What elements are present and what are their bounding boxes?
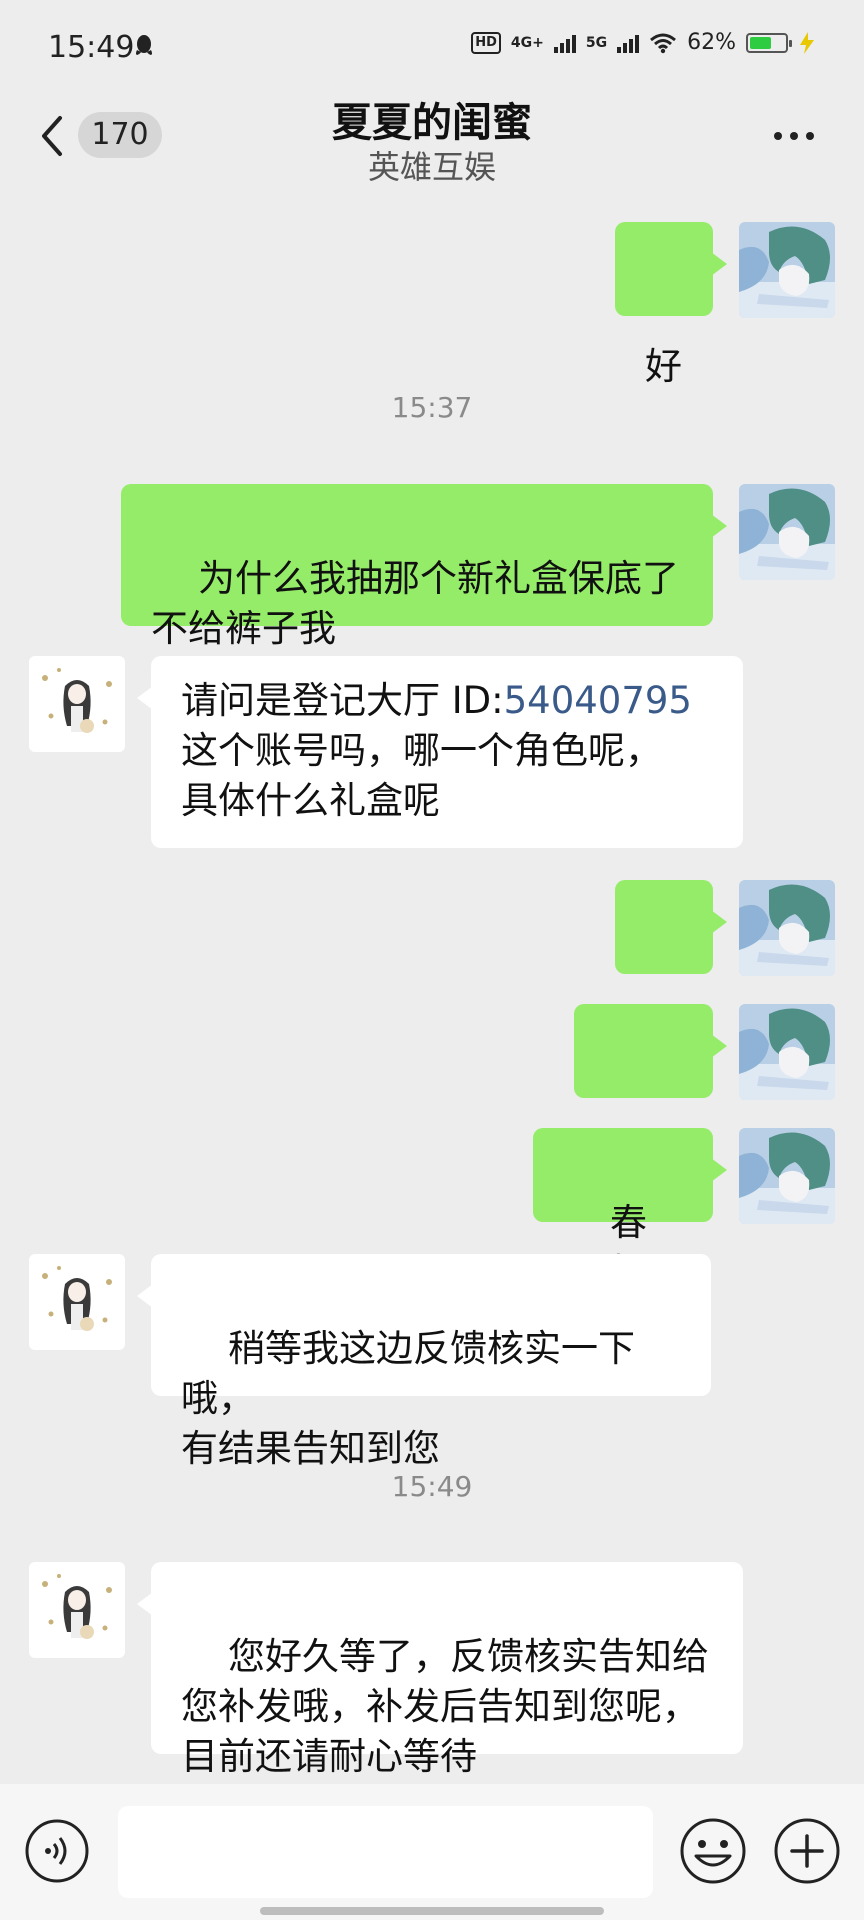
network-label-1: 4G+: [510, 34, 544, 51]
timestamp: 15:37: [391, 391, 473, 424]
contact-avatar[interactable]: [29, 1562, 125, 1658]
message-text: 这个账号吗，哪一个角色呢， 具体什么礼盒呢: [181, 729, 662, 822]
chat-header: 170 夏夏的闺蜜 英雄互娱: [0, 84, 864, 194]
message-bubble-received[interactable]: 请问是登记大厅 ID:54040795 这个账号吗，哪一个角色呢， 具体什么礼盒…: [137, 656, 743, 848]
message-bubble-sent[interactable]: 春风裳: [533, 1128, 727, 1294]
charging-icon: [800, 31, 814, 54]
my-avatar[interactable]: [739, 222, 835, 318]
battery-icon: [746, 32, 792, 53]
status-bar: 15:49 HD 4G+ 5G 62%: [0, 0, 864, 96]
message-bubble-received[interactable]: 稍等我这边反馈核实一下哦， 有结果告知到您: [137, 1254, 711, 1470]
status-indicators: HD 4G+ 5G 62%: [471, 30, 816, 55]
qq-icon: [136, 35, 152, 55]
my-avatar[interactable]: [739, 1128, 835, 1224]
contact-avatar[interactable]: [29, 656, 125, 752]
message-text: 为什么我抽那个新礼盒保底了 不给裤子我: [151, 557, 680, 650]
home-indicator[interactable]: [260, 1907, 604, 1915]
message-bubble-received[interactable]: 您好久等了，反馈核实告知给 您补发哦，补发后告知到您呢， 目前还请耐心等待: [137, 1562, 743, 1778]
message-text: 稍等我这边反馈核实一下哦， 有结果告知到您: [181, 1327, 636, 1470]
wifi-icon: [650, 33, 677, 53]
message-input[interactable]: [118, 1806, 653, 1898]
voice-icon[interactable]: [24, 1818, 90, 1884]
chat-subtitle: 英雄互娱: [367, 148, 496, 186]
network-label-2: 5G: [585, 34, 608, 51]
chat-title: 夏夏的闺蜜: [332, 100, 532, 146]
message-bubble-sent[interactable]: 微笑: [574, 1004, 727, 1170]
message-text: 好: [645, 345, 682, 388]
signal-icon-2: [617, 33, 640, 53]
message-bubble-sent[interactable]: 为什么我抽那个新礼盒保底了 不给裤子我: [121, 484, 727, 650]
message-text: 请问是登记大厅 ID:: [181, 679, 504, 722]
hd-icon: HD: [471, 31, 501, 54]
message-text: 您好久等了，反馈核实告知给 您补发哦，补发后告知到您呢， 目前还请耐心等待: [181, 1635, 710, 1778]
account-id[interactable]: 54040795: [504, 679, 692, 722]
my-avatar[interactable]: [739, 1004, 835, 1100]
contact-avatar[interactable]: [29, 1254, 125, 1350]
plus-icon[interactable]: [772, 1816, 842, 1886]
input-bar: [0, 1784, 864, 1920]
status-time: 15:49: [48, 30, 135, 65]
battery-percent: 62%: [687, 30, 736, 55]
signal-icon: [553, 33, 576, 53]
emoji-icon[interactable]: [678, 1816, 748, 1886]
timestamp: 15:49: [391, 1470, 473, 1503]
battery-fill: [750, 36, 771, 49]
more-dots-icon[interactable]: [772, 130, 816, 142]
message-bubble-sent[interactable]: 是: [615, 880, 727, 1046]
message-bubble-sent[interactable]: 好: [615, 222, 727, 388]
my-avatar[interactable]: [739, 484, 835, 580]
my-avatar[interactable]: [739, 880, 835, 976]
